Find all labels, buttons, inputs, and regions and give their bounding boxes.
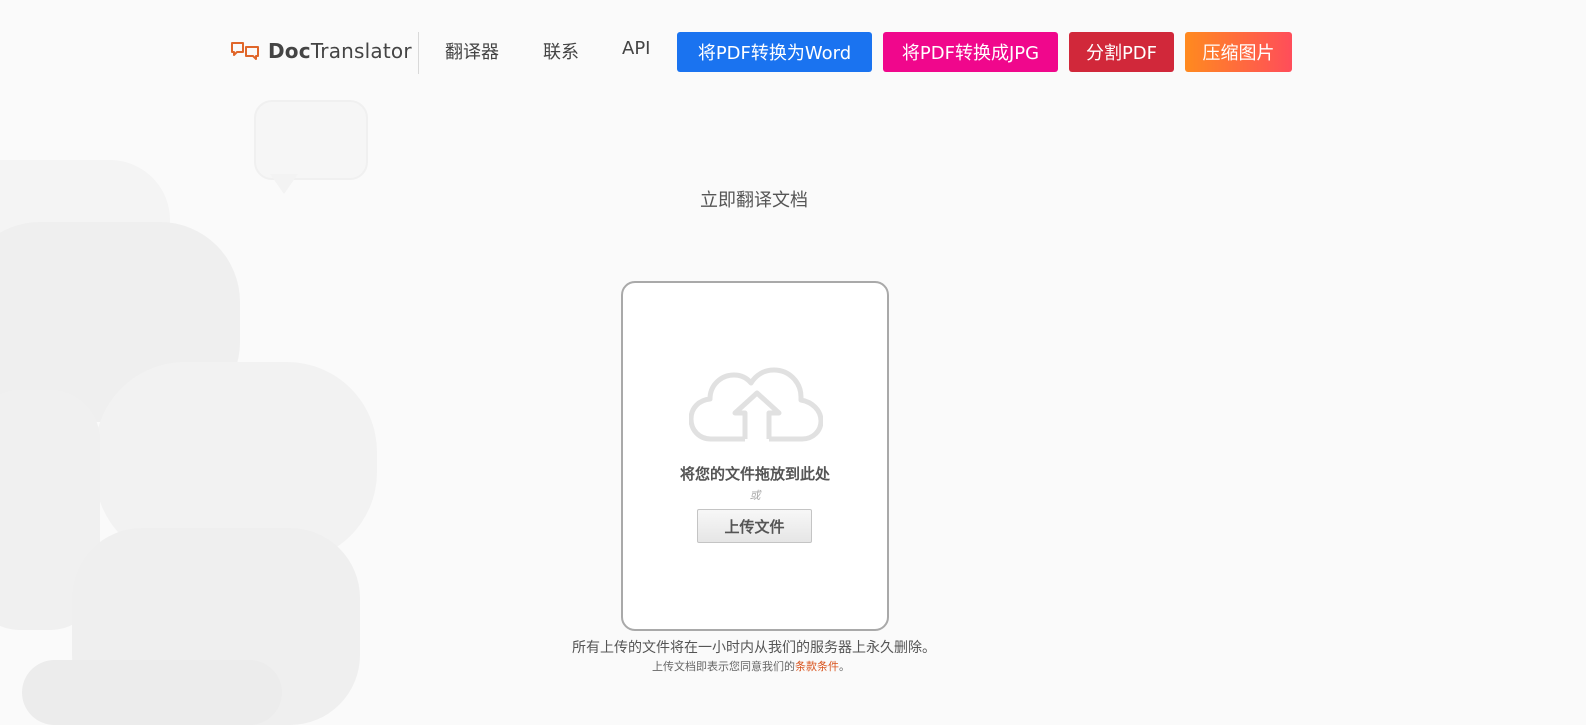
or-separator: 或: [749, 489, 761, 502]
page-title: 立即翻译文档: [700, 190, 808, 211]
background-chat-bubble: [254, 100, 368, 180]
chat-bubbles-icon: [231, 42, 259, 60]
header: DocTranslator 翻译器 联系 API 将PDF转换为Word 将PD…: [0, 0, 1586, 100]
terms-suffix: 。: [839, 660, 850, 673]
split-pdf-button[interactable]: 分割PDF: [1069, 32, 1174, 72]
nav-link-contact[interactable]: 联系: [543, 38, 579, 64]
compress-image-button[interactable]: 压缩图片: [1185, 32, 1292, 72]
deletion-notice: 所有上传的文件将在一小时内从我们的服务器上永久删除。: [572, 640, 936, 656]
header-divider: [418, 32, 419, 74]
drop-instruction: 将您的文件拖放到此处: [679, 465, 830, 483]
upload-file-button[interactable]: 上传文件: [697, 509, 812, 543]
brand-logo[interactable]: DocTranslator: [230, 36, 412, 66]
file-drop-zone[interactable]: 将您的文件拖放到此处 或 上传文件: [621, 281, 889, 631]
terms-notice: 上传文档即表示您同意我们的条款条件。: [0, 658, 1502, 674]
cloud-upload-icon: [689, 367, 823, 442]
nav-link-api[interactable]: API: [622, 38, 650, 59]
brand-name: DocTranslator: [268, 39, 412, 63]
nav-link-translator[interactable]: 翻译器: [445, 38, 499, 64]
terms-link[interactable]: 条款条件: [795, 660, 839, 673]
terms-prefix: 上传文档即表示您同意我们的: [652, 660, 795, 673]
pdf-to-jpg-button[interactable]: 将PDF转换成JPG: [883, 32, 1058, 72]
pdf-to-word-button[interactable]: 将PDF转换为Word: [677, 32, 872, 72]
